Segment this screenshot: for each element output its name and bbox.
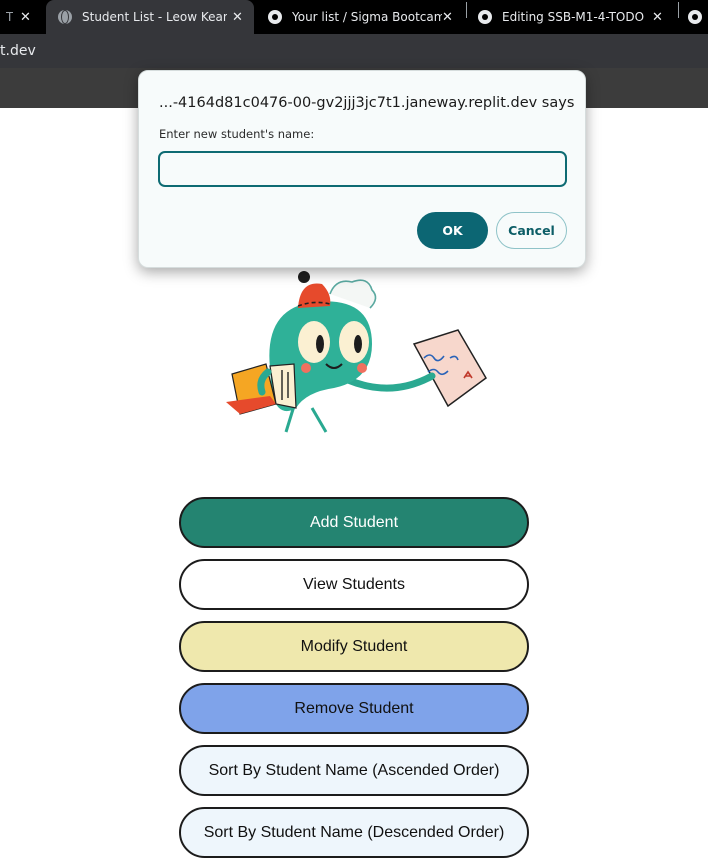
github-icon <box>688 10 702 24</box>
tab-separator <box>466 2 467 18</box>
add-student-button[interactable]: Add Student <box>179 497 529 548</box>
close-icon[interactable]: ✕ <box>20 10 31 25</box>
address-bar[interactable]: t.dev <box>0 34 708 68</box>
close-icon[interactable]: ✕ <box>442 10 453 25</box>
github-icon <box>478 10 492 24</box>
tab-partial-right[interactable] <box>684 0 708 34</box>
mascot-illustration <box>226 271 487 433</box>
browser-tab-bar: T ✕ Student List - Leow Kean T ✕ Your li… <box>0 0 708 34</box>
tab-title: Your list / Sigma Bootcamp <box>292 10 442 24</box>
student-name-input[interactable] <box>158 151 567 187</box>
remove-student-button[interactable]: Remove Student <box>179 683 529 734</box>
tab-student-list[interactable]: Student List - Leow Kean T ✕ <box>46 0 254 34</box>
close-icon[interactable]: ✕ <box>652 10 663 25</box>
globe-icon <box>58 10 72 24</box>
tab-title: Editing SSB-M1-4-TODO-A <box>502 10 644 24</box>
tab-editing-ssb[interactable]: Editing SSB-M1-4-TODO-A ✕ <box>468 0 678 34</box>
dialog-message: Enter new student's name: <box>159 127 315 141</box>
tab-partial-left[interactable]: T ✕ <box>0 0 44 34</box>
sort-descending-button[interactable]: Sort By Student Name (Descended Order) <box>179 807 529 858</box>
close-icon[interactable]: ✕ <box>232 10 243 25</box>
prompt-dialog: ...-4164d81c0476-00-gv2jjj3jc7t1.janeway… <box>138 70 586 268</box>
tab-sigma-bootcamp[interactable]: Your list / Sigma Bootcamp ✕ <box>256 0 466 34</box>
sort-ascending-button[interactable]: Sort By Student Name (Ascended Order) <box>179 745 529 796</box>
view-students-button[interactable]: View Students <box>179 559 529 610</box>
address-text[interactable]: t.dev <box>0 43 36 59</box>
github-icon <box>268 10 282 24</box>
cancel-button[interactable]: Cancel <box>496 212 567 249</box>
ok-button[interactable]: OK <box>417 212 488 249</box>
paper-illustration <box>412 329 487 408</box>
modify-student-button[interactable]: Modify Student <box>179 621 529 672</box>
dialog-title: ...-4164d81c0476-00-gv2jjj3jc7t1.janeway… <box>159 95 575 111</box>
tab-title: T <box>6 10 14 24</box>
tab-title: Student List - Leow Kean T <box>82 10 227 24</box>
tab-separator <box>678 2 679 18</box>
